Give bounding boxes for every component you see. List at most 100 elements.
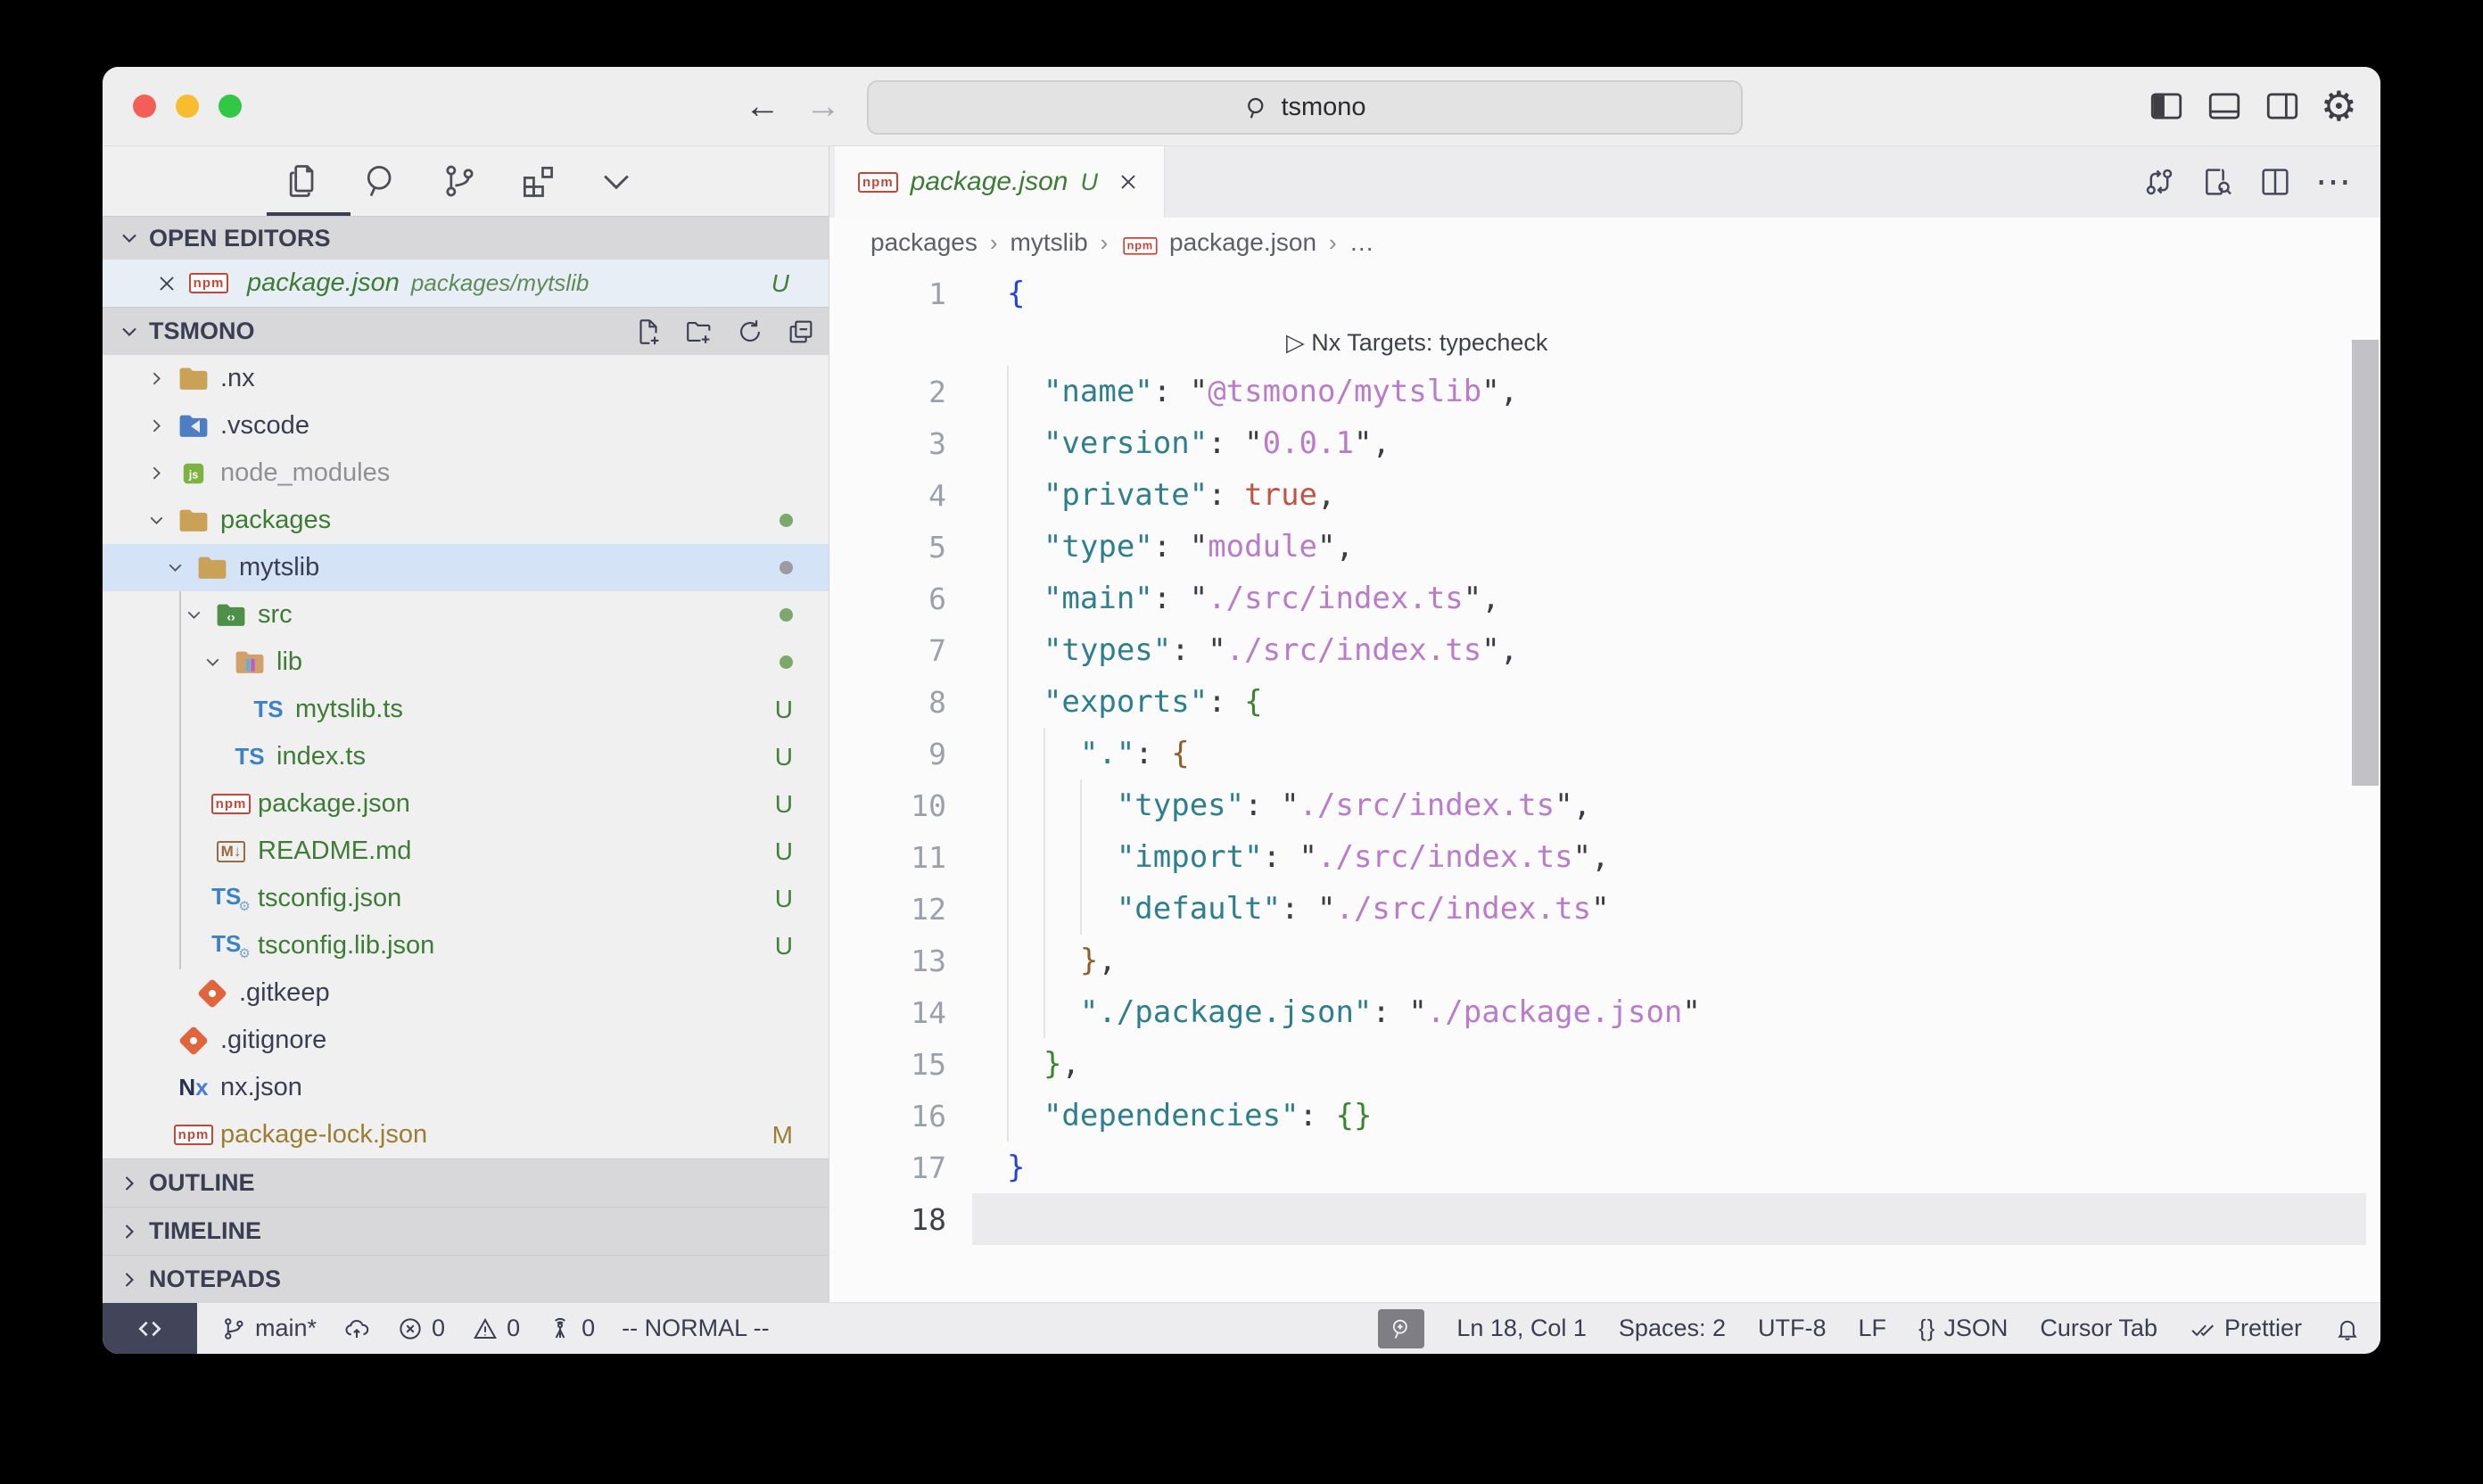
code-line-15[interactable]: 15 }, — [829, 1038, 2380, 1090]
code-line-10[interactable]: 10 "types": "./src/index.ts", — [829, 779, 2380, 831]
statusbar-bell-icon[interactable] — [2334, 1315, 2361, 1342]
scrollbar-thumb[interactable] — [2352, 340, 2379, 786]
settings-gear-icon[interactable]: ⚙ — [2321, 87, 2357, 126]
tree-item-lib[interactable]: lib — [103, 639, 829, 686]
command-center-search[interactable]: tsmono — [867, 80, 1743, 135]
statusbar-0[interactable]: 0 — [547, 1315, 595, 1342]
refresh-icon[interactable] — [735, 317, 765, 347]
tree-item--gitignore[interactable]: .gitignore — [103, 1017, 829, 1064]
run-icon[interactable]: ▷ — [1286, 329, 1311, 356]
source-control-icon[interactable] — [438, 160, 481, 202]
tree-item--gitkeep[interactable]: .gitkeep — [103, 969, 829, 1017]
open-preview-icon[interactable] — [2199, 164, 2235, 200]
tree-item-tsconfig-lib-json[interactable]: TS⚙tsconfig.lib.jsonU — [103, 922, 829, 969]
tree-item-mytslib[interactable]: mytslib — [103, 544, 829, 591]
breadcrumb-item[interactable]: mytslib — [1011, 228, 1088, 257]
new-folder-icon[interactable] — [684, 317, 714, 347]
cloud-upload-icon — [343, 1315, 370, 1342]
code-line-13[interactable]: 13 }, — [829, 935, 2380, 986]
chevron-down-icon[interactable] — [145, 509, 176, 532]
code-line-7[interactable]: 7 "types": "./src/index.ts", — [829, 624, 2380, 676]
tree-item-src[interactable]: ‹›src — [103, 591, 829, 639]
statusbar-0[interactable]: 0 — [397, 1315, 445, 1342]
code-line-3[interactable]: 3 "version": "0.0.1", — [829, 417, 2380, 469]
code-line-12[interactable]: 12 "default": "./src/index.ts" — [829, 883, 2380, 935]
code-line-1[interactable]: 1{ — [829, 268, 2380, 319]
code-line-9[interactable]: 9 ".": { — [829, 728, 2380, 779]
chevron-down-icon[interactable] — [183, 604, 213, 626]
back-arrow-icon[interactable]: ← — [745, 87, 780, 127]
chevron-down-icon[interactable] — [595, 160, 638, 202]
search-icon[interactable] — [359, 160, 402, 202]
code-line-17[interactable]: 17} — [829, 1142, 2380, 1193]
more-actions-icon[interactable]: ⋯ — [2315, 169, 2353, 195]
code-line-2[interactable]: 2 "name": "@tsmono/mytslib", — [829, 366, 2380, 417]
tree-item-package-json[interactable]: npmpackage.jsonU — [103, 780, 829, 828]
sidebar-section-outline[interactable]: OUTLINE — [103, 1158, 829, 1207]
statusbar-json[interactable]: {}JSON — [1918, 1315, 2008, 1342]
folder-src-icon: ‹› — [213, 603, 249, 628]
statusbar-0[interactable]: 0 — [472, 1315, 520, 1342]
tree-item-readme-md[interactable]: M↓README.mdU — [103, 828, 829, 875]
statusbar-prettier[interactable]: Prettier — [2190, 1315, 2302, 1342]
explorer-files-icon[interactable] — [281, 160, 324, 202]
tree-item-tsconfig-json[interactable]: TS⚙tsconfig.jsonU — [103, 875, 829, 922]
new-file-icon[interactable] — [633, 317, 664, 347]
chevron-right-icon[interactable] — [145, 367, 176, 390]
split-editor-icon[interactable] — [2257, 164, 2293, 200]
zoom-window-button[interactable] — [219, 95, 242, 118]
compare-changes-icon[interactable] — [2141, 164, 2177, 200]
chevron-down-icon[interactable] — [202, 651, 232, 673]
tree-item--nx[interactable]: .nx — [103, 355, 829, 402]
code-line-11[interactable]: 11 "import": "./src/index.ts", — [829, 831, 2380, 883]
workspace-header[interactable]: TSMONO — [103, 307, 829, 355]
breadcrumb-item[interactable]: packages — [870, 228, 978, 257]
breadcrumb-item[interactable]: npmpackage.json — [1120, 228, 1316, 257]
code-line-6[interactable]: 6 "main": "./src/index.ts", — [829, 573, 2380, 624]
close-editor-icon[interactable] — [154, 271, 179, 296]
chevron-right-icon[interactable] — [145, 415, 176, 437]
remote-indicator[interactable] — [103, 1303, 197, 1354]
code-line-8[interactable]: 8 "exports": { — [829, 676, 2380, 728]
code-line-5[interactable]: 5 "type": "module", — [829, 521, 2380, 573]
collapse-all-icon[interactable] — [786, 317, 816, 347]
forward-arrow-icon[interactable]: → — [805, 87, 841, 127]
code-line-4[interactable]: 4 "private": true, — [829, 469, 2380, 521]
tree-item--vscode[interactable]: .vscode — [103, 402, 829, 449]
tree-item-package-lock-json[interactable]: npmpackage-lock.jsonM — [103, 1111, 829, 1158]
codelens-nx-targets[interactable]: ▷ Nx Targets: typecheck — [829, 319, 2380, 366]
tree-item-index-ts[interactable]: TSindex.tsU — [103, 733, 829, 780]
statusbar-spaces-2[interactable]: Spaces: 2 — [1619, 1315, 1726, 1342]
sidebar-section-notepads[interactable]: NOTEPADS — [103, 1255, 829, 1303]
toggle-right-sidebar-icon[interactable] — [2263, 87, 2302, 126]
statusbar-cursor-tab[interactable]: Cursor Tab — [2040, 1315, 2157, 1342]
statusbar-lf[interactable]: LF — [1859, 1315, 1887, 1342]
close-window-button[interactable] — [133, 95, 156, 118]
code-line-14[interactable]: 14 "./package.json": "./package.json" — [829, 986, 2380, 1038]
toggle-left-sidebar-icon[interactable] — [2147, 87, 2186, 126]
code-line-16[interactable]: 16 "dependencies": {} — [829, 1090, 2380, 1142]
tree-item-node-modules[interactable]: jsnode_modules — [103, 449, 829, 497]
statusbar-ln-18-col-1[interactable]: Ln 18, Col 1 — [1456, 1315, 1587, 1342]
sidebar-section-timeline[interactable]: TIMELINE — [103, 1207, 829, 1255]
chevron-down-icon[interactable] — [164, 556, 194, 579]
open-editors-header[interactable]: OPEN EDITORS — [103, 216, 829, 260]
code-editor[interactable]: 1{▷ Nx Targets: typecheck2 "name": "@tsm… — [829, 268, 2380, 1302]
tab-package-json[interactable]: npm package.json U — [835, 146, 1165, 218]
breadcrumb-item[interactable]: … — [1349, 228, 1374, 257]
tree-item-nx-json[interactable]: Nxnx.json — [103, 1064, 829, 1111]
toggle-bottom-panel-icon[interactable] — [2205, 87, 2244, 126]
statusbar-cloud-upload-icon[interactable] — [343, 1315, 370, 1342]
statusbar-normal[interactable]: -- NORMAL -- — [622, 1315, 769, 1342]
statusbar-utf-8[interactable]: UTF-8 — [1758, 1315, 1827, 1342]
tree-item-packages[interactable]: packages — [103, 497, 829, 544]
chevron-right-icon[interactable] — [145, 462, 176, 484]
tree-item-mytslib-ts[interactable]: TSmytslib.tsU — [103, 686, 829, 733]
extensions-icon[interactable] — [516, 160, 559, 202]
code-line-18[interactable]: 18 — [829, 1193, 2380, 1245]
minimize-window-button[interactable] — [176, 95, 199, 118]
open-editor-item[interactable]: npmpackage.jsonpackages/mytslibU — [103, 260, 829, 307]
close-tab-icon[interactable] — [1116, 169, 1141, 194]
zoom-indicator[interactable] — [1378, 1309, 1424, 1348]
statusbar-main[interactable]: main* — [220, 1315, 317, 1342]
